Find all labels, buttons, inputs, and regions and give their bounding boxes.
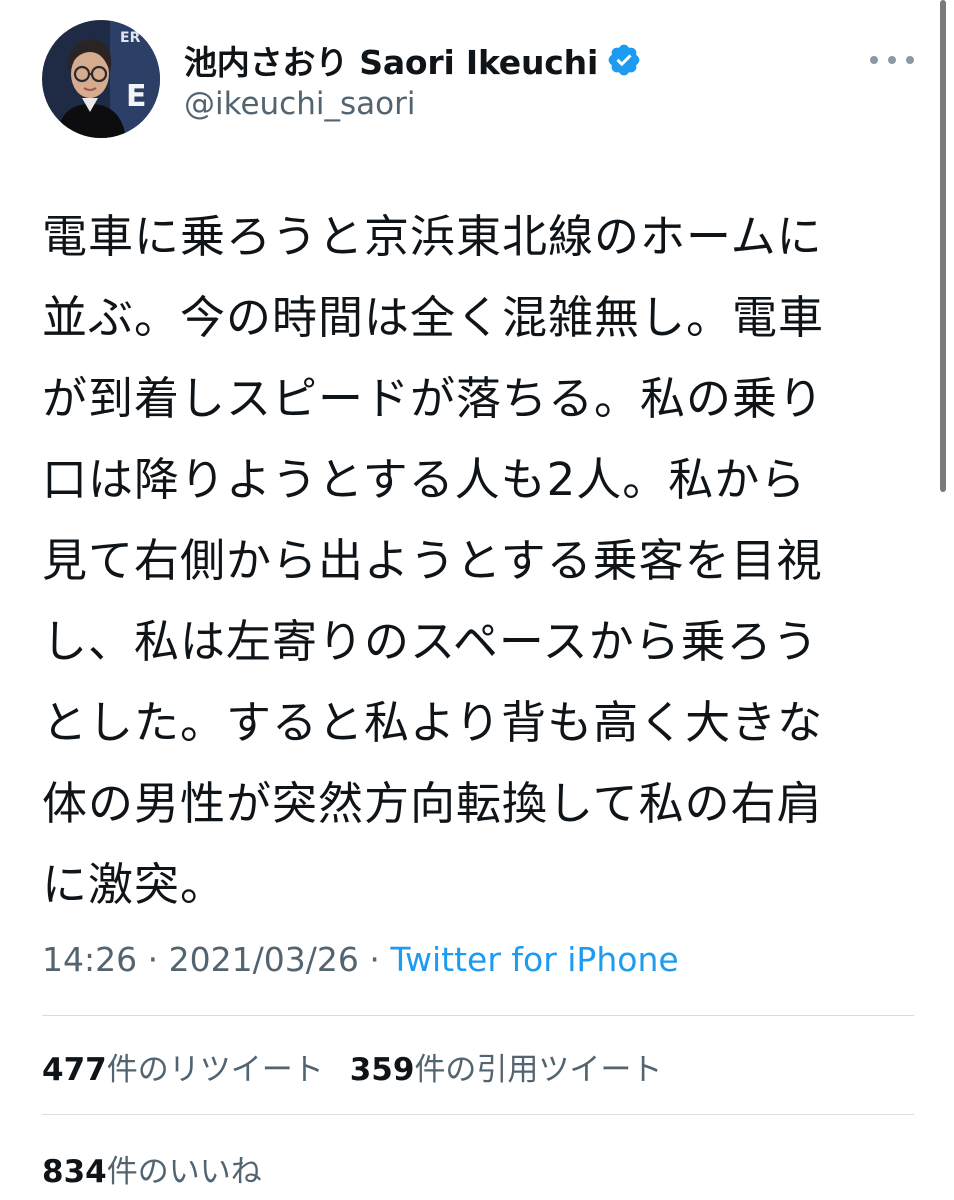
avatar-image: ER E QUA bbox=[42, 20, 160, 138]
scrollbar[interactable] bbox=[940, 0, 946, 492]
tweet-date[interactable]: 2021/03/26 bbox=[169, 940, 359, 979]
meta-separator: · bbox=[369, 940, 380, 979]
tweet-text-line: 並ぶ。今の時間は全く混雑無し。電車 bbox=[42, 291, 825, 344]
tweet-text-line: し、私は左寄りのスペースから乗ろう bbox=[42, 615, 819, 668]
tweet-time[interactable]: 14:26 bbox=[42, 940, 137, 979]
more-options-icon[interactable] bbox=[870, 48, 914, 72]
dot-icon bbox=[906, 56, 914, 64]
retweets-label: 件のリツイート bbox=[106, 1052, 324, 1088]
share-stats: 477件のリツイート 359件の引用ツイート bbox=[42, 1044, 662, 1089]
dot-icon bbox=[888, 56, 896, 64]
tweet-source-link[interactable]: Twitter for iPhone bbox=[390, 940, 678, 979]
likes-count: 834 bbox=[42, 1154, 107, 1190]
likes-stat[interactable]: 834件のいいね bbox=[42, 1146, 262, 1191]
tweet-text-line: 見て右側から出ようとする乗客を目視 bbox=[42, 534, 823, 587]
tweet-text-line: に激突。 bbox=[42, 858, 227, 911]
retweets-stat[interactable]: 477件のリツイート bbox=[42, 1044, 324, 1089]
quotes-count: 359 bbox=[349, 1052, 415, 1088]
tweet-metadata: 14:26 · 2021/03/26 · Twitter for iPhone bbox=[42, 940, 679, 979]
retweets-count: 477 bbox=[42, 1052, 107, 1088]
tweet-text-line: 口は降りようとする人も2人。私から bbox=[42, 453, 807, 506]
avatar[interactable]: ER E QUA bbox=[42, 20, 160, 138]
verified-badge-icon bbox=[606, 42, 642, 78]
avatar-letter: E bbox=[126, 79, 147, 114]
display-name-text: 池内さおり Saori Ikeuchi bbox=[184, 43, 599, 82]
tweet-text: 電車に乗ろうと京浜東北線のホームに 並ぶ。今の時間は全く混雑無し。電車 が到着し… bbox=[42, 196, 902, 925]
divider bbox=[42, 1015, 914, 1016]
tweet-text-line: 体の男性が突然方向転換して私の右肩 bbox=[42, 777, 823, 830]
quotes-stat[interactable]: 359件の引用ツイート bbox=[350, 1044, 663, 1089]
quotes-label: 件の引用ツイート bbox=[414, 1052, 663, 1088]
avatar-text-top: ER bbox=[120, 30, 141, 46]
dot-icon bbox=[870, 56, 878, 64]
handle[interactable]: @ikeuchi_saori bbox=[184, 86, 415, 122]
likes-label: 件のいいね bbox=[106, 1154, 262, 1190]
tweet-text-line: が到着しスピードが落ちる。私の乗り bbox=[42, 372, 825, 425]
meta-separator: · bbox=[147, 940, 159, 979]
likes-stats: 834件のいいね bbox=[42, 1146, 262, 1191]
tweet-text-line: 電車に乗ろうと京浜東北線のホームに bbox=[42, 210, 823, 263]
tweet-text-line: とした。すると私より背も高く大きな bbox=[42, 696, 824, 749]
display-name[interactable]: 池内さおり Saori Ikeuchi bbox=[184, 38, 642, 82]
divider bbox=[42, 1114, 914, 1115]
